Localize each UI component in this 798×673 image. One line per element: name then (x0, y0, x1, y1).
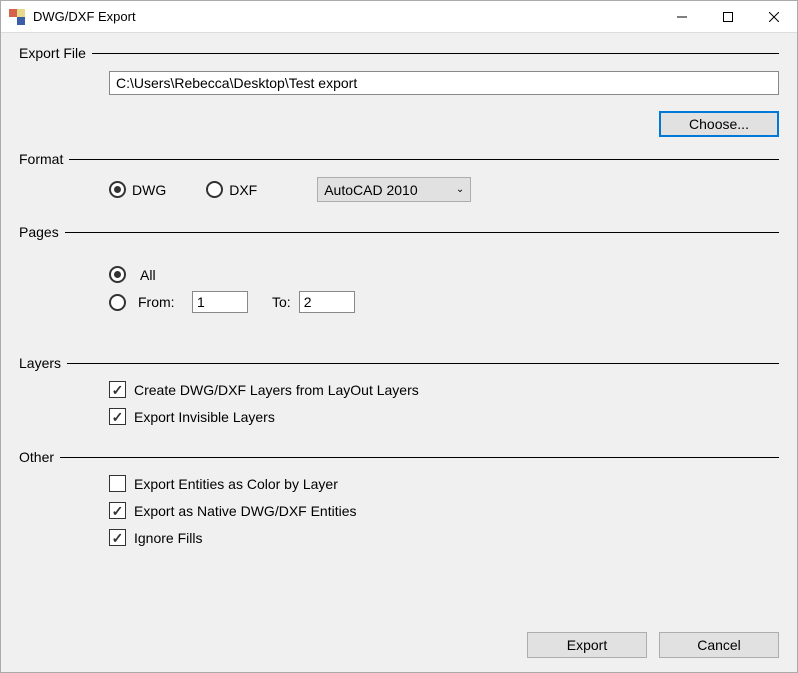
maximize-icon (723, 12, 733, 22)
dwg-radio[interactable] (109, 181, 126, 198)
to-page-input[interactable] (299, 291, 355, 313)
window-controls (659, 1, 797, 32)
close-icon (769, 12, 779, 22)
titlebar: DWG/DXF Export (1, 1, 797, 33)
from-page-input[interactable] (192, 291, 248, 313)
ignore-fills-checkbox[interactable] (109, 529, 126, 546)
from-pages-radio[interactable] (109, 294, 126, 311)
close-button[interactable] (751, 1, 797, 32)
native-entities-checkbox[interactable] (109, 502, 126, 519)
dialog-content: Export File Choose... Format DWG (1, 33, 797, 672)
app-icon (9, 9, 25, 25)
export-file-title: Export File (19, 45, 92, 61)
from-label: From: (138, 294, 186, 310)
maximize-button[interactable] (705, 1, 751, 32)
layers-section: Layers Create DWG/DXF Layers from LayOut… (19, 355, 779, 435)
export-invisible-label: Export Invisible Layers (134, 409, 275, 425)
minimize-button[interactable] (659, 1, 705, 32)
all-pages-radio[interactable] (109, 266, 126, 283)
pages-title: Pages (19, 224, 65, 240)
create-layers-checkbox[interactable] (109, 381, 126, 398)
minimize-icon (677, 12, 687, 22)
all-pages-label: All (140, 267, 156, 283)
other-section: Other Export Entities as Color by Layer … (19, 449, 779, 556)
dxf-radio[interactable] (206, 181, 223, 198)
dialog-footer: Export Cancel (19, 632, 779, 658)
version-dropdown[interactable]: AutoCAD 2010 ⌄ (317, 177, 471, 202)
window-title: DWG/DXF Export (33, 9, 659, 24)
create-layers-label: Create DWG/DXF Layers from LayOut Layers (134, 382, 419, 398)
export-button[interactable]: Export (527, 632, 647, 658)
export-file-section: Export File Choose... (19, 45, 779, 137)
version-selected: AutoCAD 2010 (324, 182, 456, 198)
other-title: Other (19, 449, 60, 465)
dxf-label: DXF (229, 182, 257, 198)
export-invisible-checkbox[interactable] (109, 408, 126, 425)
ignore-fills-label: Ignore Fills (134, 530, 202, 546)
color-by-layer-checkbox[interactable] (109, 475, 126, 492)
cancel-button[interactable]: Cancel (659, 632, 779, 658)
format-section: Format DWG DXF AutoCAD 2010 ⌄ (19, 151, 779, 210)
chevron-down-icon: ⌄ (456, 184, 464, 195)
export-file-input[interactable] (109, 71, 779, 95)
native-entities-label: Export as Native DWG/DXF Entities (134, 503, 357, 519)
format-title: Format (19, 151, 69, 167)
dwg-label: DWG (132, 182, 166, 198)
pages-section: Pages All From: To: (19, 224, 779, 341)
dialog-window: DWG/DXF Export Export File Choose... (0, 0, 798, 673)
to-label: To: (272, 294, 291, 310)
layers-title: Layers (19, 355, 67, 371)
color-by-layer-label: Export Entities as Color by Layer (134, 476, 338, 492)
choose-button[interactable]: Choose... (659, 111, 779, 137)
